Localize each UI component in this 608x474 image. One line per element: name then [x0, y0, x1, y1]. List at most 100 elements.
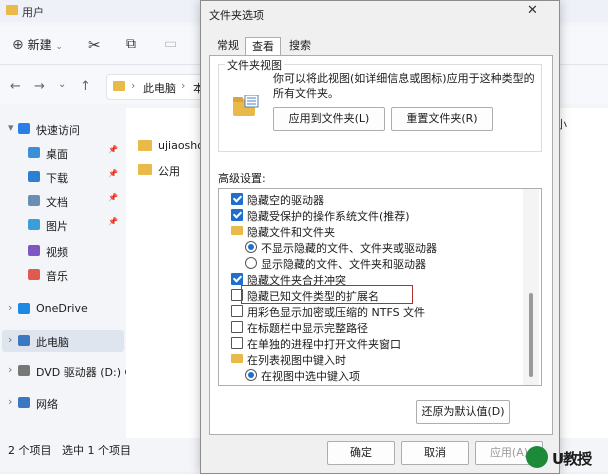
- sidebar-item-icon: [28, 245, 40, 256]
- setting-label: 在单独的进程中打开文件夹窗口: [247, 338, 401, 351]
- pin-icon[interactable]: 📌: [108, 169, 118, 178]
- setting-row[interactable]: 在视图中选中键入项: [219, 367, 519, 383]
- advanced-settings-list[interactable]: 隐藏空的驱动器 隐藏受保护的操作系统文件(推荐) 隐藏文件和文件夹 不显示隐藏的文件、…: [218, 188, 542, 386]
- chevron-icon[interactable]: ›: [8, 363, 12, 376]
- scrollbar-thumb[interactable]: [529, 293, 533, 377]
- sidebar-item[interactable]: › OneDrive: [0, 298, 124, 320]
- sidebar-item-label: 桌面: [46, 148, 68, 161]
- sidebar-item[interactable]: 视频: [0, 240, 124, 262]
- sidebar-item[interactable]: › DVD 驱动器 (D:) C: [0, 360, 132, 382]
- cancel-button[interactable]: 取消: [401, 441, 469, 465]
- highlight-box: [241, 285, 413, 304]
- watermark-text: U教授: [552, 450, 592, 468]
- checkbox-unchecked[interactable]: [231, 321, 243, 333]
- status-item-count: 2 个项目: [8, 444, 52, 457]
- checkbox-checked[interactable]: [231, 209, 243, 221]
- file-name: 公用: [158, 165, 180, 178]
- folder-icon: [138, 140, 152, 151]
- folder-icon: [6, 5, 18, 15]
- setting-label: 自动键入到"搜索"框中: [261, 384, 370, 385]
- radio-unselected[interactable]: [245, 385, 257, 386]
- folder-icon: [138, 164, 152, 175]
- sidebar-item-icon: [28, 219, 40, 230]
- checkbox-unchecked[interactable]: [231, 305, 243, 317]
- setting-row[interactable]: 不显示隐藏的文件、文件夹或驱动器: [219, 239, 519, 255]
- folder-icon: [231, 226, 243, 235]
- setting-label: 在标题栏中显示完整路径: [247, 322, 368, 335]
- sidebar-item[interactable]: 桌面 📌: [0, 142, 124, 164]
- checkbox-checked[interactable]: [231, 273, 243, 285]
- setting-label: 用彩色显示加密或压缩的 NTFS 文件: [247, 306, 426, 319]
- close-icon[interactable]: ✕: [527, 3, 538, 18]
- new-button-label: 新建: [27, 38, 52, 52]
- setting-label: 隐藏文件和文件夹: [247, 226, 335, 239]
- pin-icon[interactable]: 📌: [108, 217, 118, 226]
- reset-folders-button[interactable]: 重置文件夹(R): [391, 107, 493, 131]
- list-item[interactable]: 公用: [136, 160, 206, 180]
- sidebar-item[interactable]: ▾ 快速访问: [0, 118, 124, 140]
- sidebar-item[interactable]: › 此电脑: [0, 330, 124, 352]
- folder-views-group: 文件夹视图 你可以将此视图(如详细信息或图标)应用于这种类型的所有文件夹。 应用…: [218, 57, 542, 152]
- setting-row[interactable]: 隐藏空的驱动器: [219, 191, 519, 207]
- tab-view[interactable]: 查看: [245, 37, 281, 56]
- setting-row[interactable]: 自动键入到"搜索"框中: [219, 383, 519, 386]
- advanced-settings-label: 高级设置:: [218, 172, 266, 185]
- apply-to-folders-button[interactable]: 应用到文件夹(L): [273, 107, 385, 131]
- sidebar-item[interactable]: 下载 📌: [0, 166, 124, 188]
- setting-row[interactable]: 在标题栏中显示完整路径: [219, 319, 519, 335]
- setting-row[interactable]: 隐藏受保护的操作系统文件(推荐): [219, 207, 519, 223]
- recent-chevron-icon[interactable]: ⌄: [58, 79, 66, 90]
- sidebar-item-icon: [28, 147, 40, 158]
- sidebar-item-icon: [28, 195, 40, 206]
- pin-icon[interactable]: 📌: [108, 145, 118, 154]
- sidebar-item-label: 图片: [46, 220, 68, 233]
- setting-row[interactable]: 在单独的进程中打开文件夹窗口: [219, 335, 519, 351]
- folder-icon: [113, 81, 125, 91]
- chevron-icon[interactable]: ›: [8, 301, 12, 314]
- new-button[interactable]: ⊕ 新建 ⌄: [12, 36, 63, 53]
- sidebar-item-label: OneDrive: [36, 302, 88, 315]
- chevron-icon[interactable]: ›: [8, 395, 12, 408]
- checkbox-unchecked[interactable]: [231, 337, 243, 349]
- sidebar-item-label: 快速访问: [36, 124, 80, 137]
- up-arrow-icon[interactable]: ↑: [80, 79, 91, 94]
- pin-icon[interactable]: 📌: [108, 193, 118, 202]
- folder-views-description: 你可以将此视图(如详细信息或图标)应用于这种类型的所有文件夹。: [273, 72, 535, 100]
- sidebar-item[interactable]: › 网络: [0, 392, 124, 414]
- sidebar-item[interactable]: 图片 📌: [0, 214, 124, 236]
- setting-label: 在列表视图中键入时: [247, 354, 346, 367]
- sidebar-item-label: 文档: [46, 196, 68, 209]
- setting-row[interactable]: 用彩色显示加密或压缩的 NTFS 文件: [219, 303, 519, 319]
- chevron-down-icon: ⌄: [55, 42, 63, 52]
- sidebar-item-label: DVD 驱动器 (D:) C: [36, 366, 133, 379]
- breadcrumb-separator-icon: ›: [181, 79, 186, 92]
- sidebar-item[interactable]: 音乐: [0, 264, 124, 286]
- back-arrow-icon[interactable]: ←: [10, 79, 21, 94]
- list-item[interactable]: ujiaoshou: [136, 136, 211, 156]
- folder-options-dialog: 文件夹选项 ✕ 常规 查看 搜索 文件夹视图 你可以将此视图(如详细信息或图标)…: [200, 0, 560, 474]
- setting-row: 隐藏文件和文件夹: [219, 223, 519, 239]
- chevron-icon[interactable]: ▾: [8, 121, 14, 134]
- paste-icon[interactable]: ▭: [164, 36, 177, 52]
- setting-label: 在视图中选中键入项: [261, 370, 360, 383]
- chevron-icon[interactable]: ›: [8, 333, 12, 346]
- ok-button[interactable]: 确定: [327, 441, 395, 465]
- sidebar-item-icon: [18, 365, 30, 376]
- setting-row[interactable]: 显示隐藏的文件、文件夹和驱动器: [219, 255, 519, 271]
- radio-unselected[interactable]: [245, 257, 257, 269]
- forward-arrow-icon[interactable]: →: [34, 79, 45, 94]
- radio-selected[interactable]: [245, 369, 257, 381]
- restore-defaults-button[interactable]: 还原为默认值(D): [416, 400, 510, 424]
- radio-selected[interactable]: [245, 241, 257, 253]
- tab-general[interactable]: 常规: [213, 37, 243, 55]
- cut-icon[interactable]: ✂: [88, 36, 101, 54]
- address-bar[interactable]: › 此电脑 › 本: [106, 74, 204, 100]
- breadcrumb-this-pc[interactable]: 此电脑: [143, 80, 176, 96]
- checkbox-checked[interactable]: [231, 193, 243, 205]
- sidebar-item-icon: [18, 123, 30, 134]
- folder-view-icon: [233, 95, 259, 116]
- copy-icon[interactable]: ⧉: [126, 36, 136, 52]
- setting-label: 显示隐藏的文件、文件夹和驱动器: [261, 258, 426, 271]
- tab-search[interactable]: 搜索: [283, 37, 317, 55]
- sidebar-item[interactable]: 文档 📌: [0, 190, 124, 212]
